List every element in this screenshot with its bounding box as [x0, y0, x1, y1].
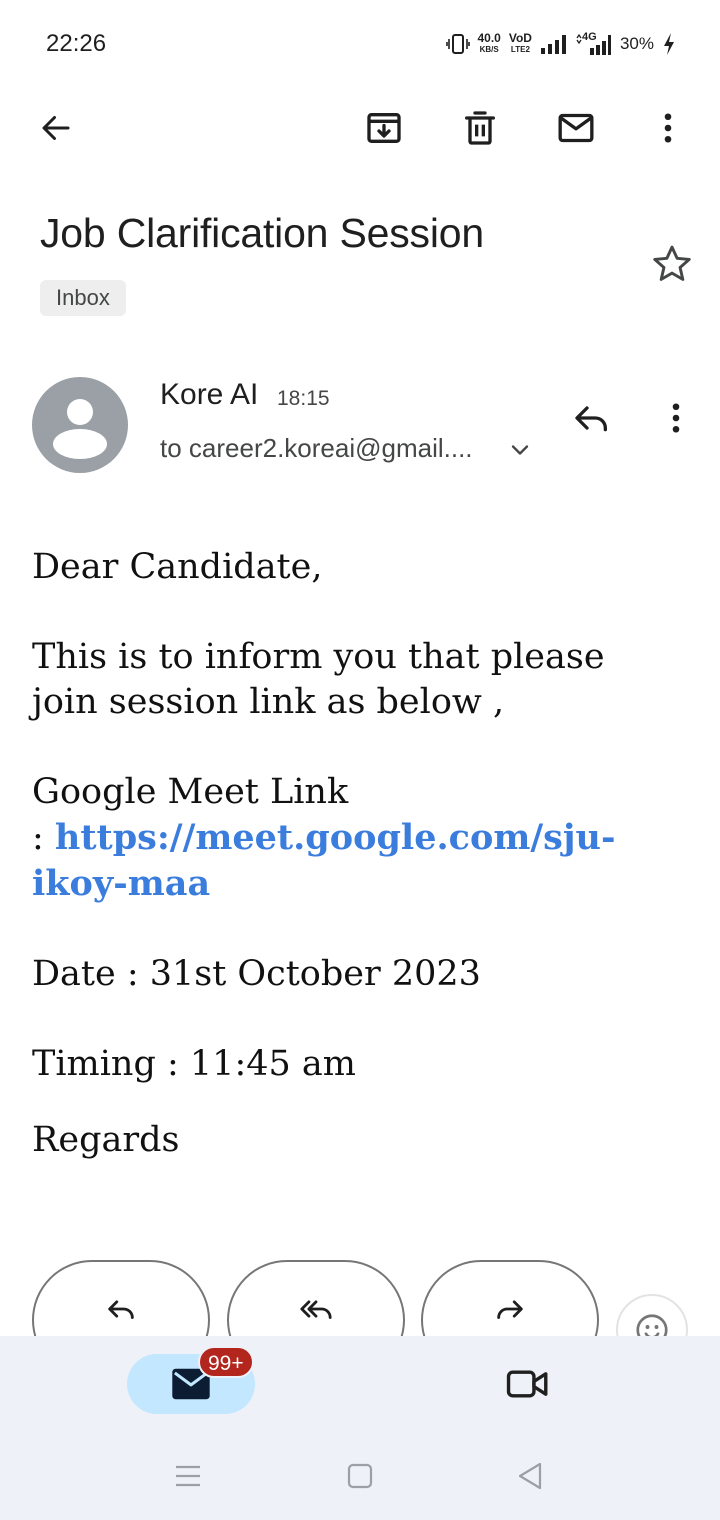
arrow-left-icon [42, 116, 70, 140]
more-vert-icon [672, 403, 680, 433]
battery-level: 30% [619, 34, 654, 53]
unread-count-badge: 99+ [198, 1346, 254, 1378]
nav-meet-tab[interactable] [500, 1362, 556, 1406]
status-icons: 40.0 KB/S VoD LTE2 4G 30% [445, 30, 677, 58]
trash-icon [465, 111, 495, 145]
reply-button[interactable] [568, 394, 616, 442]
meet-link[interactable]: https://meet.google.com/sju-ikoy-maa [32, 817, 616, 904]
star-icon [653, 245, 691, 281]
net-speed: 40.0 KB/S [477, 31, 501, 54]
chevron-down-icon[interactable] [506, 436, 534, 464]
recents-button[interactable] [168, 1460, 208, 1492]
sender-name[interactable]: Kore AI [160, 378, 258, 412]
home-button[interactable] [340, 1460, 380, 1492]
status-bar: 22:26 40.0 KB/S VoD LTE2 4G 30% [0, 0, 720, 88]
meet-label: Google Meet Link [32, 772, 349, 812]
bottom-navigation: 99+ [0, 1336, 720, 1430]
vibrate-icon [445, 34, 470, 54]
home-square-icon [347, 1463, 373, 1489]
video-camera-icon [506, 1370, 548, 1398]
timing-line: Timing : 11:45 am [32, 1044, 356, 1084]
archive-button[interactable] [360, 104, 408, 152]
system-navigation-bar [0, 1430, 720, 1520]
signal-4g-icon: 4G [576, 32, 612, 56]
email-subject: Job Clarification Session [40, 210, 484, 256]
back-button[interactable] [32, 104, 80, 152]
star-button[interactable] [648, 240, 696, 288]
reply-all-icon [300, 1300, 332, 1319]
archive-icon [367, 113, 401, 143]
reply-icon [575, 406, 607, 432]
date-line: Date : 31st October 2023 [32, 954, 481, 994]
more-options-button[interactable] [644, 104, 692, 152]
signal-icon [540, 35, 566, 54]
top-toolbar [0, 88, 720, 168]
sender-time: 18:15 [277, 387, 330, 410]
meet-link-line: : https://meet.google.com/sju-ikoy-maa [32, 815, 672, 907]
message-body: Dear Candidate, This is to inform you th… [32, 545, 672, 1087]
message-more-button[interactable] [652, 394, 700, 442]
more-vert-icon [664, 113, 672, 143]
status-time: 22:26 [46, 30, 107, 57]
forward-icon [497, 1300, 523, 1319]
mail-icon [558, 113, 594, 143]
regards-line: Regards [32, 1120, 180, 1160]
mark-unread-button[interactable] [552, 104, 600, 152]
triangle-back-icon [518, 1462, 542, 1490]
system-back-button[interactable] [510, 1460, 550, 1492]
reply-icon [108, 1300, 134, 1319]
volte-indicator: VoD LTE2 [508, 31, 532, 54]
body-line: This is to inform you that please join s… [32, 637, 605, 722]
recipient-line[interactable]: to career2.koreai@gmail.... [160, 433, 473, 464]
person-icon [53, 399, 107, 459]
inbox-label-chip[interactable]: Inbox [40, 280, 126, 316]
greeting: Dear Candidate, [32, 547, 323, 587]
avatar[interactable] [32, 377, 128, 473]
meet-link-prefix: : [32, 818, 55, 858]
charging-icon [664, 33, 674, 55]
menu-icon [176, 1465, 200, 1487]
delete-button[interactable] [456, 104, 504, 152]
